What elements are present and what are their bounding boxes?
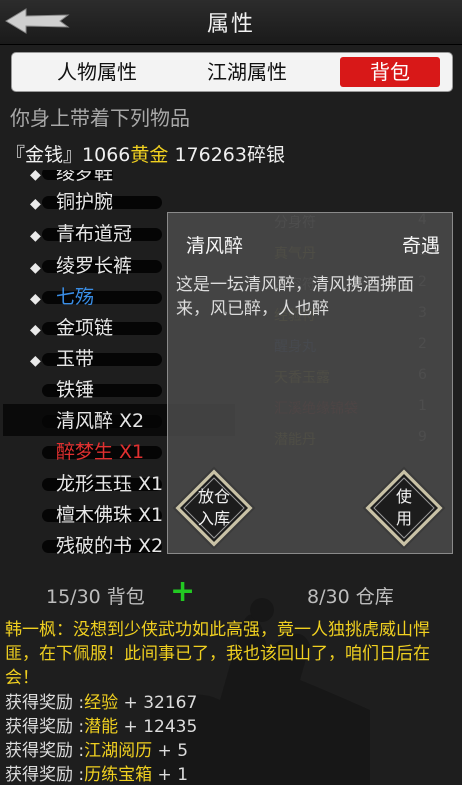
popup-item-description: 这是一坛清风醉，清风携酒拂面来，风已醉，人也醉	[176, 275, 414, 319]
inventory-item-label: 铜护腕	[56, 191, 114, 213]
tab-jianghu-attributes[interactable]: 江湖属性	[182, 57, 312, 87]
popup-item-name: 清风醉	[186, 235, 244, 257]
inventory-item[interactable]: 龙形玉珏 X1	[30, 469, 163, 495]
reward-line: 获得奖励 :历练宝箱 + 1	[5, 760, 188, 785]
reward-name: 经验	[84, 693, 119, 713]
use-button-label: 使 用	[395, 487, 412, 528]
inventory-item-label: 玉带	[56, 348, 95, 370]
tab-bag[interactable]: 背包	[340, 57, 440, 87]
inventory-item[interactable]: ◆ 玉带	[30, 344, 162, 370]
inventory-item-label: 檀木佛珠 X1	[56, 504, 164, 526]
inventory-item[interactable]: 醉梦生 X1	[30, 437, 162, 463]
tab-person-attributes[interactable]: 人物属性	[32, 57, 162, 87]
reward-name: 历练宝箱	[84, 765, 153, 785]
reward-prefix: 获得奖励 :	[5, 717, 85, 737]
reward-line: 获得奖励 :江湖阅历 + 5	[5, 736, 188, 761]
equipped-diamond-icon: ◆	[30, 260, 41, 276]
inventory-item-label: 青布道冠	[56, 223, 133, 245]
inventory-item[interactable]: ◆ 青布道冠	[30, 219, 162, 245]
inventory-item-label: 铁锤	[56, 379, 95, 401]
inventory-item[interactable]: 残破的书 X2	[30, 531, 163, 557]
story-dialog: 韩一枫：没想到少侠武功如此高强，竟一人独挑虎威山悍匪，在下佩服！此间事已了，我也…	[5, 620, 430, 688]
reward-line: 获得奖励 :经验 + 32167	[5, 688, 197, 713]
inventory-item[interactable]: 檀木佛珠 X1	[30, 500, 163, 526]
gold-word: 黄金	[130, 144, 169, 166]
page-title: 属性	[206, 12, 255, 37]
reward-amount: + 1	[152, 765, 189, 785]
bag-count: 15/30 背包	[46, 586, 145, 608]
equipped-diamond-icon: ◆	[30, 196, 41, 212]
store-button-label: 放仓 入库	[197, 487, 230, 528]
gold-amount: 1066	[82, 144, 131, 166]
inventory-item-label: 绫罗长裤	[56, 255, 133, 277]
inventory-item-label: 残破的书 X2	[56, 535, 164, 557]
reward-prefix: 获得奖励 :	[5, 741, 85, 761]
inventory-item-label: 醉梦生 X1	[56, 441, 145, 463]
inventory-item[interactable]: ◆ 铜护腕	[30, 187, 162, 213]
reward-name: 潜能	[84, 717, 119, 737]
inventory-item[interactable]: ◆ 金项链	[30, 313, 162, 339]
reward-name: 江湖阅历	[84, 741, 153, 761]
equipped-diamond-icon: ◆	[30, 167, 41, 183]
store-to-warehouse-button[interactable]: 放仓 入库	[172, 466, 256, 550]
popup-item-type: 奇遇	[401, 235, 440, 257]
money-label: 『金钱』	[6, 144, 83, 166]
inventory-item-label: 七殇	[56, 286, 95, 308]
inventory-item[interactable]: ◆ 七殇	[30, 282, 162, 308]
silver-amount: 176263碎银	[174, 144, 285, 166]
reward-amount: + 5	[152, 741, 189, 761]
inventory-item-label: 金项链	[56, 317, 114, 339]
money-line: 『金钱』1066黄金 176263碎银	[6, 140, 285, 167]
inventory-item-label: 龙形玉珏 X1	[56, 473, 164, 495]
reward-amount: + 12435	[118, 717, 198, 737]
reward-line: 获得奖励 :潜能 + 12435	[5, 712, 197, 737]
reward-prefix: 获得奖励 :	[5, 765, 85, 785]
top-bar: 属性	[0, 0, 462, 45]
equipped-diamond-icon: ◆	[30, 291, 41, 307]
reward-amount: + 32167	[118, 693, 198, 713]
inventory-item-label: 清风醉 X2	[56, 410, 145, 432]
inventory-item[interactable]: 铁锤	[30, 375, 162, 401]
reward-prefix: 获得奖励 :	[5, 693, 85, 713]
inventory-item[interactable]: 清风醉 X2	[30, 406, 162, 432]
inventory-heading: 你身上带着下列物品	[10, 106, 190, 130]
tab-bar: 人物属性 江湖属性 背包	[11, 52, 453, 92]
equipped-diamond-icon: ◆	[30, 353, 41, 369]
equipped-diamond-icon: ◆	[30, 228, 41, 244]
inventory-item[interactable]: ◆ 绫罗长裤	[30, 251, 162, 277]
equipped-diamond-icon: ◆	[30, 322, 41, 338]
use-button[interactable]: 使 用	[362, 466, 446, 550]
